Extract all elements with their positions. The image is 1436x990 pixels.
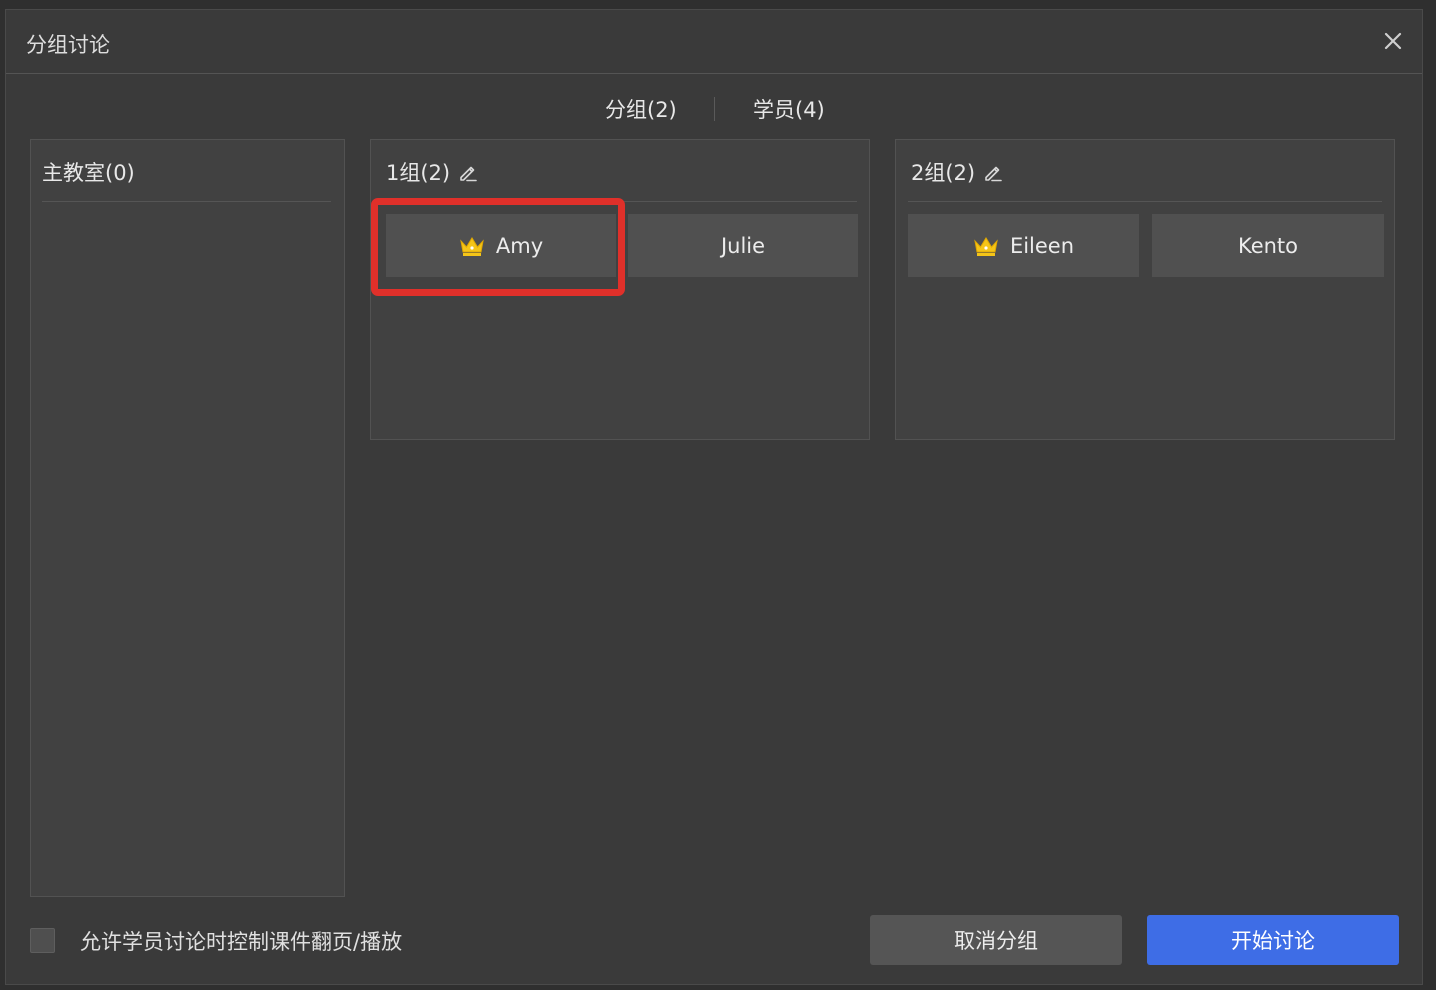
close-icon[interactable] — [1382, 30, 1404, 52]
tab-groups[interactable]: 分组(2) — [605, 94, 677, 124]
member-card-eileen[interactable]: Eileen — [908, 214, 1139, 277]
cancel-grouping-button[interactable]: 取消分组 — [870, 915, 1122, 965]
group-header-1: 1组(2) — [383, 140, 857, 202]
member-name: Eileen — [1009, 233, 1075, 258]
member-card-amy[interactable]: Amy — [386, 214, 616, 277]
start-discussion-button[interactable]: 开始讨论 — [1147, 915, 1399, 965]
group-title-2: 2组(2) — [911, 157, 1003, 187]
group-panel-1: 1组(2) Amy Julie — [370, 139, 870, 440]
member-name: Julie — [720, 233, 766, 258]
allow-control-checkbox[interactable] — [30, 928, 55, 953]
group-panel-2: 2组(2) Eileen Kento — [895, 139, 1395, 440]
member-card-kento[interactable]: Kento — [1152, 214, 1384, 277]
group-title-1: 1组(2) — [386, 157, 478, 187]
breakout-dialog: 分组讨论 分组(2) 学员(4) 主教室(0) 1组(2) Amy Julie … — [5, 9, 1423, 985]
main-room-header: 主教室(0) — [42, 140, 331, 202]
member-card-julie[interactable]: Julie — [628, 214, 858, 277]
member-name: Amy — [495, 233, 544, 258]
crown-icon — [460, 236, 484, 256]
pencil-icon[interactable] — [458, 162, 478, 182]
main-room-panel: 主教室(0) — [30, 139, 345, 897]
dialog-title: 分组讨论 — [26, 33, 110, 57]
allow-control-label: 允许学员讨论时控制课件翻页/播放 — [80, 930, 403, 954]
group-title-text: 2组(2) — [911, 161, 976, 185]
pencil-icon[interactable] — [983, 162, 1003, 182]
dialog-titlebar: 分组讨论 — [6, 10, 1422, 74]
main-room-title: 主教室(0) — [42, 161, 135, 185]
group-title-text: 1组(2) — [386, 161, 451, 185]
member-name: Kento — [1237, 233, 1299, 258]
tab-bar: 分组(2) 学员(4) — [6, 94, 1422, 126]
tab-students[interactable]: 学员(4) — [753, 94, 825, 124]
crown-icon — [974, 236, 998, 256]
group-header-2: 2组(2) — [908, 140, 1382, 202]
tab-divider — [714, 97, 715, 121]
